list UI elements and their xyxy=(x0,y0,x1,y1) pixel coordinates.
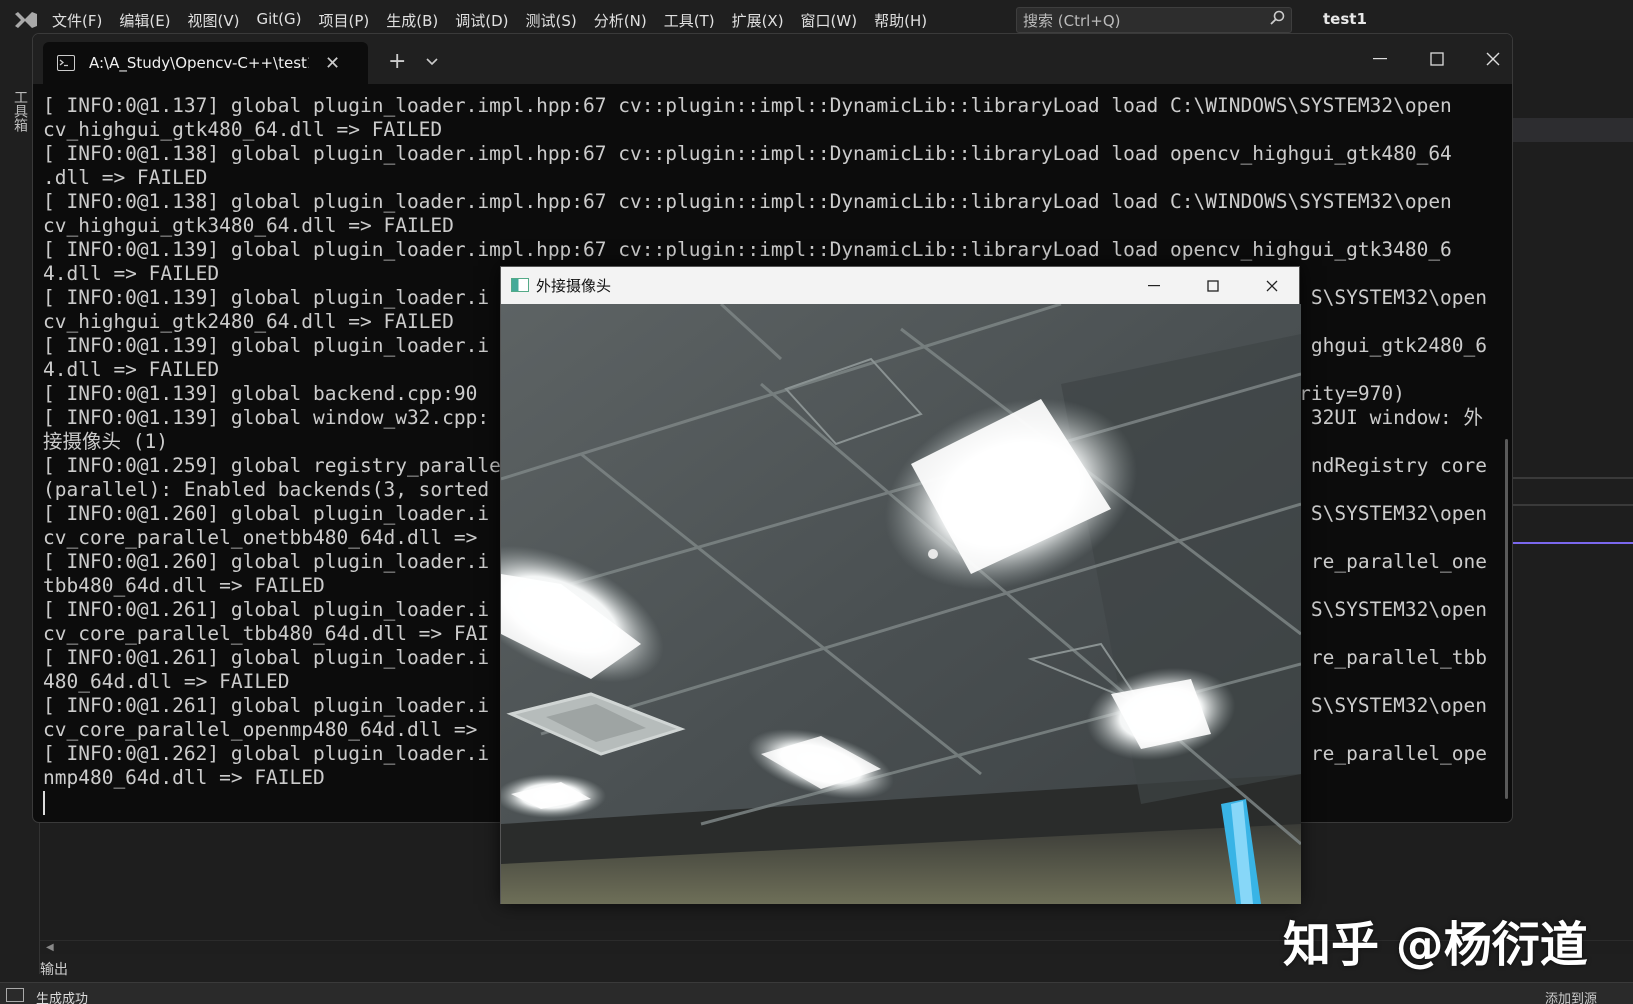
menu-debug[interactable]: 调试(D) xyxy=(455,10,521,31)
close-tab-icon[interactable]: ✕ xyxy=(325,53,340,74)
terminal-scrollbar[interactable] xyxy=(1505,439,1508,799)
terminal-line: [ INFO:0@1.138] global plugin_loader.imp… xyxy=(43,142,1503,166)
search-placeholder: 搜索 (Ctrl+Q) xyxy=(1023,10,1121,31)
menu-help[interactable]: 帮助(H) xyxy=(874,10,940,31)
terminal-line: cv_highgui_gtk3480_64.dll => FAILED xyxy=(43,214,1503,238)
project-name: test1 xyxy=(1323,10,1367,28)
right-panel-header xyxy=(1500,118,1633,142)
chevron-down-icon[interactable] xyxy=(425,52,439,71)
window-app-icon xyxy=(511,278,529,292)
scroll-left-arrow-icon[interactable]: ◀ xyxy=(46,942,54,953)
toolbox-tab[interactable]: 工具箱 xyxy=(12,90,30,132)
menu-window[interactable]: 窗口(W) xyxy=(801,10,871,31)
close-icon[interactable] xyxy=(1473,44,1513,74)
camera-titlebar[interactable]: 外接摄像头 xyxy=(501,267,1299,304)
terminal-line: .dll => FAILED xyxy=(43,166,1503,190)
terminal-line: [ INFO:0@1.137] global plugin_loader.imp… xyxy=(43,94,1503,118)
terminal-tab[interactable]: A:\A_Study\Opencv-C++\test1 ✕ xyxy=(43,42,368,84)
status-icon xyxy=(6,988,24,1002)
minimize-icon[interactable] xyxy=(1134,271,1174,301)
camera-window: 外接摄像头 xyxy=(500,266,1300,904)
menu-analyze[interactable]: 分析(N) xyxy=(594,10,660,31)
menu-file[interactable]: 文件(F) xyxy=(52,10,115,31)
camera-window-title: 外接摄像头 xyxy=(536,275,611,296)
status-bar xyxy=(0,982,1633,1004)
maximize-icon[interactable] xyxy=(1417,44,1457,74)
menu-build[interactable]: 生成(B) xyxy=(386,10,451,31)
add-to-source-control-button[interactable]: 添加到源 xyxy=(1545,988,1597,1004)
terminal-cursor xyxy=(43,791,45,815)
right-panel-divider xyxy=(1512,504,1633,506)
terminal-line: cv_highgui_gtk480_64.dll => FAILED xyxy=(43,118,1503,142)
terminal-titlebar: A:\A_Study\Opencv-C++\test1 ✕ + xyxy=(33,34,1512,84)
terminal-tab-title: A:\A_Study\Opencv-C++\test1 xyxy=(89,54,309,72)
terminal-icon xyxy=(57,55,75,71)
menu-project[interactable]: 项目(P) xyxy=(319,10,383,31)
new-tab-plus-icon[interactable]: + xyxy=(388,49,406,74)
menu-git[interactable]: Git(G) xyxy=(257,10,315,31)
menu-test[interactable]: 测试(S) xyxy=(526,10,590,31)
watermark-text: 知乎 @杨衍道 xyxy=(1283,905,1588,975)
right-panel-divider xyxy=(1512,477,1633,479)
menu-tools[interactable]: 工具(T) xyxy=(664,10,728,31)
close-icon[interactable] xyxy=(1252,271,1292,301)
terminal-line: [ INFO:0@1.138] global plugin_loader.imp… xyxy=(43,190,1503,214)
maximize-icon[interactable] xyxy=(1193,271,1233,301)
camera-video-frame xyxy=(501,304,1301,904)
menu-extensions[interactable]: 扩展(X) xyxy=(732,10,797,31)
search-input[interactable]: 搜索 (Ctrl+Q) xyxy=(1016,7,1292,33)
menu-view[interactable]: 视图(V) xyxy=(188,10,253,31)
output-panel-tab[interactable]: 输出 xyxy=(40,959,68,979)
search-icon xyxy=(1269,10,1285,30)
menu-list: 文件(F) 编辑(E) 视图(V) Git(G) 项目(P) 生成(B) 调试(… xyxy=(52,10,944,31)
right-panel-accent-line xyxy=(1512,542,1633,544)
menu-edit[interactable]: 编辑(E) xyxy=(119,10,183,31)
minimize-icon[interactable] xyxy=(1360,44,1400,74)
terminal-line: [ INFO:0@1.139] global plugin_loader.imp… xyxy=(43,238,1503,262)
status-text: 生成成功 xyxy=(36,988,88,1004)
